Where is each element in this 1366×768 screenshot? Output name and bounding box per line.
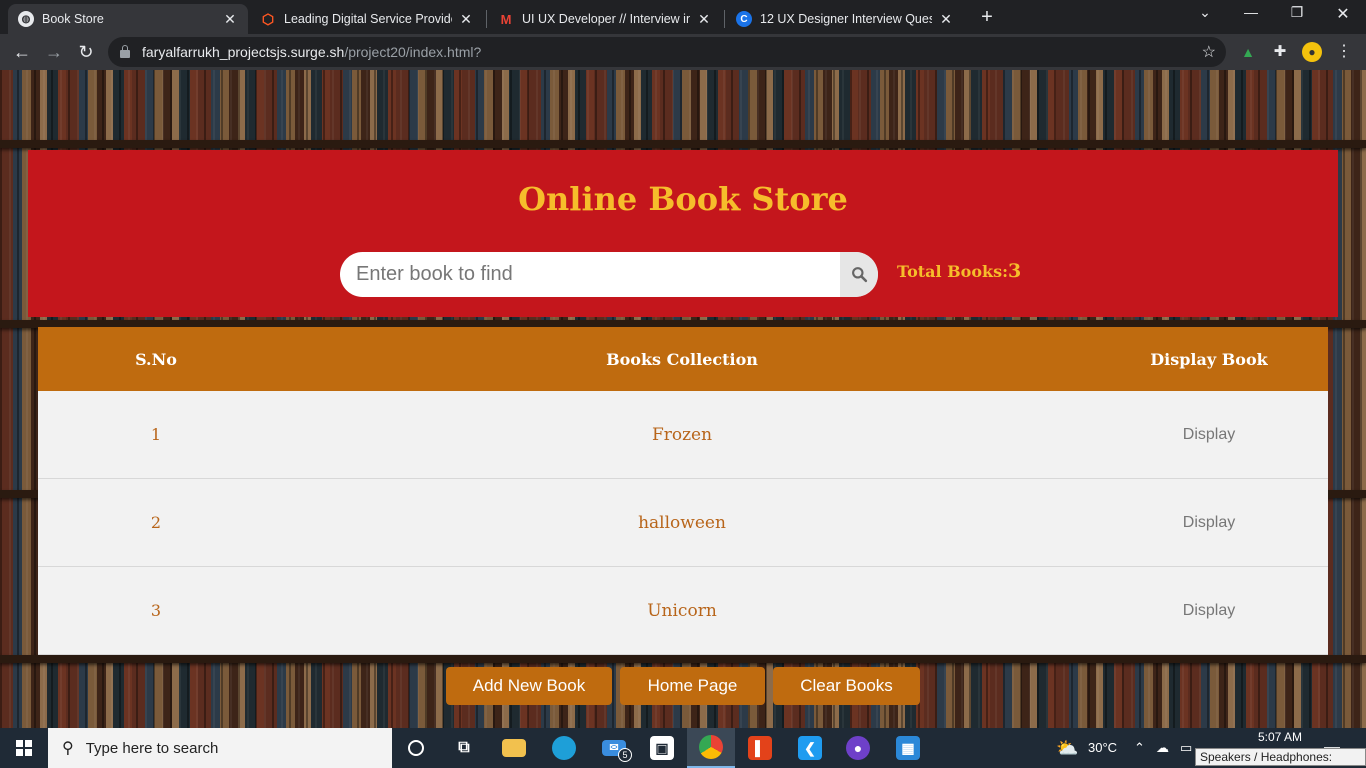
profile-avatar-icon[interactable]: ●	[1302, 42, 1322, 62]
vscode-icon[interactable]: ❮	[786, 728, 834, 768]
store-icon[interactable]: ▣	[638, 728, 686, 768]
search-button[interactable]	[840, 252, 878, 297]
edge-browser-icon[interactable]	[540, 728, 588, 768]
minimize-icon[interactable]: —	[1236, 4, 1266, 20]
taskbar-search-placeholder: Type here to search	[85, 739, 219, 757]
clock-time[interactable]: 5:07 AM	[1258, 730, 1302, 744]
close-tab-icon[interactable]: ✕	[458, 11, 474, 28]
network-icon[interactable]: ▭	[1180, 728, 1192, 768]
url-host: faryalfarrukh_projectsjs.surge.sh	[142, 44, 345, 60]
windows-taskbar: ⚲ Type here to search ⧉ ✉ 5 ▣ ▌ ❮ ● ▦ ⛅ …	[0, 728, 1366, 768]
close-tab-icon[interactable]: ✕	[222, 11, 238, 28]
tab-gmail[interactable]: M UI UX Developer // Interview invi ✕	[488, 4, 722, 34]
calendar-app-icon[interactable]: ▦	[884, 728, 932, 768]
store-header: Online Book Store Total Books:3	[28, 150, 1338, 317]
tab-title: Book Store	[42, 12, 104, 26]
table-row: 2 halloween Display	[38, 479, 1328, 567]
table-row: 1 Frozen Display	[38, 391, 1328, 479]
weather-cloud-icon[interactable]: ⛅	[1056, 728, 1078, 768]
close-tab-icon[interactable]: ✕	[696, 11, 712, 28]
hexagon-logo-icon: ⬡	[261, 10, 275, 27]
file-explorer-icon[interactable]	[490, 728, 538, 768]
gmail-icon: M	[500, 11, 512, 27]
clear-books-button[interactable]: Clear Books	[773, 667, 920, 705]
browser-toolbar: ← → ↻ faryalfarrukh_projectsjs.surge.sh …	[0, 34, 1366, 70]
row-book-title: halloween	[638, 512, 726, 533]
address-bar[interactable]: faryalfarrukh_projectsjs.surge.sh /proje…	[108, 37, 1226, 67]
tab-separator	[724, 10, 725, 28]
tab-title: UI UX Developer // Interview invi	[522, 12, 690, 26]
tab-book-store[interactable]: ◍ Book Store ✕	[8, 4, 248, 34]
shelf-decoration	[0, 655, 1366, 663]
bookmark-star-icon[interactable]: ☆	[1202, 42, 1216, 62]
back-arrow-icon[interactable]: ←	[10, 40, 34, 64]
forward-arrow-icon[interactable]: →	[42, 40, 66, 64]
browser-tab-strip: ◍ Book Store ✕ ⬡ Leading Digital Service…	[0, 0, 1366, 34]
url-path: /project20/index.html?	[344, 44, 482, 60]
search-box	[340, 252, 878, 297]
reload-icon[interactable]: ↻	[74, 40, 98, 64]
action-buttons: Add New Book Home Page Clear Books	[0, 667, 1366, 705]
windows-logo-icon	[16, 740, 32, 756]
total-books: Total Books:3	[897, 260, 1021, 282]
tab-title: 12 UX Designer Interview Questi	[760, 12, 932, 26]
chrome-icon[interactable]	[687, 728, 735, 768]
menu-kebab-icon[interactable]: ⋮	[1334, 42, 1354, 62]
tab-digital-service[interactable]: ⬡ Leading Digital Service Provider | ✕	[250, 4, 484, 34]
tab-separator	[486, 10, 487, 28]
add-new-book-button[interactable]: Add New Book	[446, 667, 612, 705]
total-books-label: Total Books:	[897, 262, 1009, 281]
restore-icon[interactable]: ❐	[1282, 4, 1312, 21]
mail-badge: 5	[618, 748, 632, 762]
mail-icon[interactable]: ✉ 5	[590, 728, 638, 768]
new-tab-icon[interactable]: +	[976, 6, 998, 28]
google-drive-icon[interactable]: ▲	[1238, 42, 1258, 62]
close-tab-icon[interactable]: ✕	[938, 11, 954, 28]
total-books-count: 3	[1008, 260, 1022, 282]
column-header-books: Books Collection	[606, 349, 758, 369]
lock-icon	[120, 45, 130, 58]
tab-search-chevron-icon[interactable]: ⌄	[1190, 4, 1220, 21]
taskbar-search-box[interactable]: ⚲ Type here to search	[48, 728, 392, 768]
home-page-button[interactable]: Home Page	[620, 667, 765, 705]
column-header-sno: S.No	[135, 349, 177, 369]
start-button[interactable]	[0, 728, 48, 768]
extensions-puzzle-icon[interactable]: ✚	[1270, 42, 1290, 62]
volume-tooltip: Speakers / Headphones: 100%	[1195, 748, 1366, 768]
row-book-title: Unicorn	[647, 600, 717, 621]
tab-title: Leading Digital Service Provider |	[284, 12, 452, 26]
display-button[interactable]: Display	[1090, 602, 1328, 620]
books-table: S.No Books Collection Display Book 1 Fro…	[38, 327, 1328, 655]
page-content: Online Book Store Total Books:3 S.No Boo…	[0, 70, 1366, 728]
column-header-display: Display Book	[1150, 349, 1268, 369]
table-row: 3 Unicorn Display	[38, 567, 1328, 655]
onedrive-cloud-icon[interactable]: ☁	[1156, 728, 1169, 768]
close-window-icon[interactable]: ✕	[1328, 4, 1358, 24]
search-icon	[851, 267, 867, 283]
task-view-icon[interactable]: ⧉	[440, 728, 488, 768]
office-icon[interactable]: ▌	[736, 728, 784, 768]
search-icon: ⚲	[62, 740, 74, 757]
github-icon[interactable]: ●	[834, 728, 882, 768]
row-sno: 2	[150, 513, 162, 532]
display-button[interactable]: Display	[1090, 426, 1328, 444]
page-title: Online Book Store	[518, 180, 848, 218]
cortana-icon[interactable]	[392, 728, 440, 768]
c-logo-icon: C	[736, 11, 752, 27]
tab-ux-questions[interactable]: C 12 UX Designer Interview Questi ✕	[726, 4, 964, 34]
row-sno: 3	[150, 601, 162, 620]
chevron-up-icon[interactable]: ⌃	[1134, 728, 1145, 768]
table-header: S.No Books Collection Display Book	[38, 327, 1328, 391]
row-sno: 1	[150, 425, 162, 444]
row-book-title: Frozen	[651, 424, 713, 445]
display-button[interactable]: Display	[1090, 514, 1328, 532]
shelf-decoration	[0, 140, 1366, 148]
search-input[interactable]	[340, 252, 840, 297]
globe-icon: ◍	[18, 11, 34, 27]
weather-temperature[interactable]: 30°C	[1088, 728, 1117, 768]
